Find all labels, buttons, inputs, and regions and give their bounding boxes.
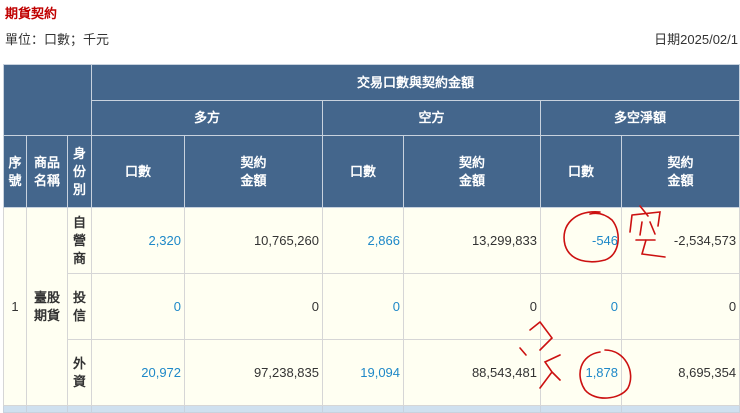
seq-cell: 1	[3, 207, 27, 406]
header-long: 多方	[91, 100, 324, 136]
table-row: 投信 0 0 0 0 0 0	[4, 273, 740, 340]
long-amount-cell: 10,765,260	[184, 207, 324, 274]
net-lots-link[interactable]: 1,878	[540, 339, 623, 406]
header-net: 多空淨額	[540, 100, 740, 136]
long-amount-cell: 0	[184, 273, 324, 340]
identity-cell: 自營商	[66, 207, 93, 274]
table-row	[3, 405, 740, 413]
header-product: 商品名稱	[26, 135, 68, 208]
short-amount-cell: 0	[403, 273, 542, 340]
header-long-amount-text: 契約金額	[240, 154, 267, 188]
header-net-amount-text: 契約金額	[667, 154, 694, 188]
net-amount-cell: 8,695,354	[621, 339, 740, 406]
long-lots-link[interactable]: 20,972	[91, 339, 186, 406]
header-short-amount: 契約金額	[403, 135, 542, 208]
header-seq: 序號	[3, 135, 27, 208]
header-product-text: 商品名稱	[33, 154, 60, 188]
identity-cell: 投信	[66, 273, 93, 340]
identity-text: 自營商	[72, 214, 86, 266]
identity-text: 外資	[72, 355, 86, 389]
header-long-amount: 契約金額	[184, 135, 324, 208]
product-cell: 臺股期貨	[26, 207, 68, 406]
short-amount-cell: 13,299,833	[403, 207, 542, 274]
table-row: 1 臺股期貨 自營商 2,320 10,765,260 2,866 13,299…	[3, 207, 740, 406]
unit-label: 單位：口數；千元	[5, 32, 110, 47]
header-group: 交易口數與契約金額	[91, 64, 740, 101]
identity-cell: 外資	[66, 339, 93, 406]
short-lots-link[interactable]: 2,866	[322, 207, 405, 274]
header-blank	[2, 64, 93, 136]
date-label: 日期2025/02/1	[654, 32, 738, 47]
long-lots-link[interactable]: 2,320	[91, 207, 186, 274]
header-identity-text: 身份別	[72, 145, 86, 197]
long-lots-link[interactable]: 0	[91, 273, 186, 340]
futures-table: 交易口數與契約金額 多方 空方 多空淨額 序號 商品名稱 身份別 口數 契約金額…	[2, 64, 740, 413]
net-lots-link[interactable]: 0	[540, 273, 623, 340]
header-short-lots: 口數	[322, 135, 405, 208]
short-lots-link[interactable]: 19,094	[322, 339, 405, 406]
identity-text: 投信	[72, 289, 86, 323]
net-lots-link[interactable]: -546	[540, 207, 623, 274]
page-title: 期貨契約	[5, 6, 58, 21]
short-lots-link[interactable]: 0	[322, 273, 405, 340]
header-short-amount-text: 契約金額	[459, 154, 486, 188]
header-identity: 身份別	[66, 135, 93, 208]
short-amount-cell: 88,543,481	[403, 339, 542, 406]
product-text: 臺股期貨	[33, 289, 60, 323]
header-short: 空方	[322, 100, 542, 136]
long-amount-cell: 97,238,835	[184, 339, 324, 406]
header-net-lots: 口數	[540, 135, 623, 208]
header-long-lots: 口數	[91, 135, 186, 208]
net-amount-cell: 0	[621, 273, 740, 340]
table-row: 外資 20,972 97,238,835 19,094 88,543,481 1…	[4, 339, 740, 406]
net-amount-cell: -2,534,573	[621, 207, 740, 274]
header-net-amount: 契約金額	[621, 135, 740, 208]
header-seq-text: 序號	[8, 154, 22, 188]
